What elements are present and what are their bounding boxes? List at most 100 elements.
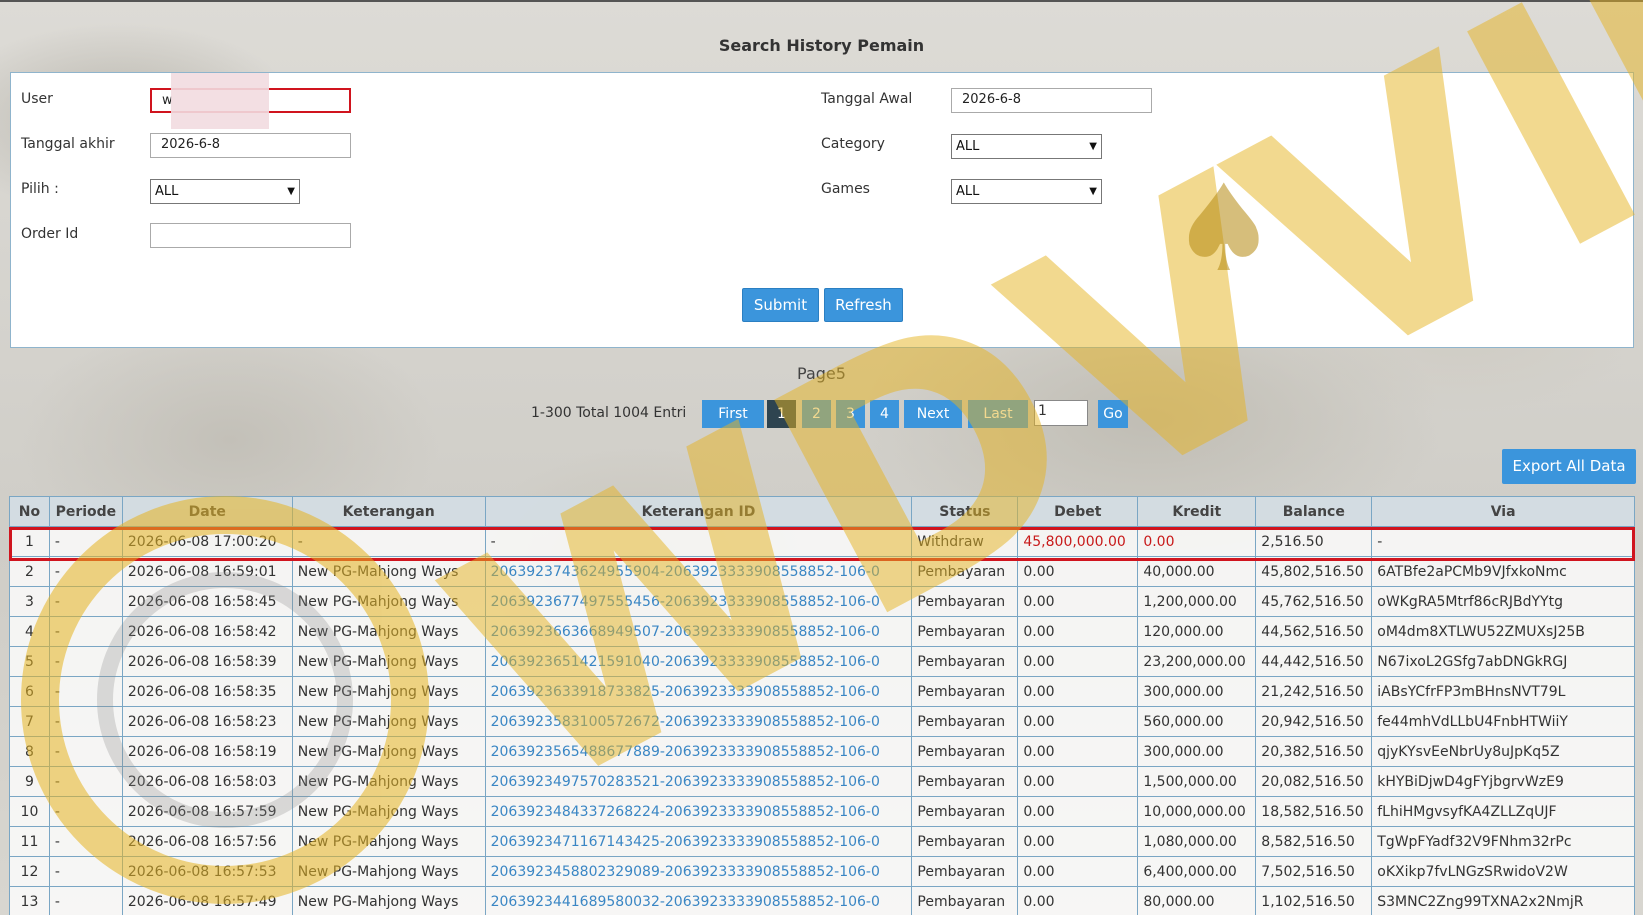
cell-kredit: 23,200,000.00 xyxy=(1137,646,1257,677)
table-row[interactable]: 8-2026-06-08 16:58:19 New PG-Mahjong Ways… xyxy=(9,736,1635,767)
cell-kredit: 1,080,000.00 xyxy=(1137,826,1257,857)
cell-debet: 0.00 xyxy=(1017,646,1139,677)
pagination-page-1[interactable]: 1 xyxy=(767,400,796,428)
cell-debet: 0.00 xyxy=(1017,556,1139,587)
table-row[interactable]: 9-2026-06-08 16:58:03 New PG-Mahjong Ways… xyxy=(9,766,1635,797)
cell-debet: 0.00 xyxy=(1017,886,1139,915)
refresh-button[interactable]: Refresh xyxy=(824,288,903,322)
header-no: No xyxy=(9,496,50,527)
cell-kredit: 560,000.00 xyxy=(1137,706,1257,737)
cell-date: 2026-06-08 16:58:23 xyxy=(121,706,293,737)
export-all-data-button[interactable]: Export All Data xyxy=(1502,449,1636,484)
cell-no: 9 xyxy=(9,766,50,797)
games-select[interactable]: ALL ▼ xyxy=(951,179,1102,204)
table-row[interactable]: 7-2026-06-08 16:58:23 New PG-Mahjong Ways… xyxy=(9,706,1635,737)
cell-keterangan-id[interactable]: 2063923663668949507-2063923333908558852-… xyxy=(484,616,913,647)
cell-balance: 20,382,516.50 xyxy=(1255,736,1373,767)
pagination-last-button[interactable]: Last xyxy=(968,400,1028,428)
cell-keterangan: New PG-Mahjong Ways xyxy=(291,646,486,677)
entries-count: 1-300 Total 1004 Entri xyxy=(531,405,687,421)
cell-balance: 7,502,516.50 xyxy=(1255,856,1373,887)
table-row[interactable]: 12-2026-06-08 16:57:53 New PG-Mahjong Way… xyxy=(9,856,1635,887)
category-select[interactable]: ALL ▼ xyxy=(951,134,1102,159)
cell-no: 1 xyxy=(9,526,50,557)
table-row[interactable]: 1-2026-06-08 17:00:20- - Withdraw 45,800,00… xyxy=(9,526,1635,557)
cell-debet: 0.00 xyxy=(1017,856,1139,887)
header-periode: Periode xyxy=(48,496,123,527)
cell-keterangan-id[interactable]: 2063923484337268224-2063923333908558852-… xyxy=(484,796,913,827)
cell-debet: 0.00 xyxy=(1017,676,1139,707)
cell-debet: 0.00 xyxy=(1017,766,1139,797)
submit-button[interactable]: Submit xyxy=(742,288,819,322)
cell-debet: 45,800,000.00 xyxy=(1017,526,1139,557)
cell-periode: - xyxy=(48,556,123,587)
table-row[interactable]: 5-2026-06-08 16:58:39 New PG-Mahjong Ways… xyxy=(9,646,1635,677)
cell-keterangan-id[interactable]: 2063923677497555456-2063923333908558852-… xyxy=(484,586,913,617)
cell-periode: - xyxy=(48,826,123,857)
cell-keterangan-id[interactable]: 2063923583100572672-2063923333908558852-… xyxy=(484,706,913,737)
cell-periode: - xyxy=(48,676,123,707)
cell-kredit: 1,500,000.00 xyxy=(1137,766,1257,797)
cell-keterangan: New PG-Mahjong Ways xyxy=(291,736,486,767)
table-row[interactable]: 11-2026-06-08 16:57:56 New PG-Mahjong Way… xyxy=(9,826,1635,857)
pagination-goto-input[interactable]: 1 xyxy=(1034,400,1088,426)
cell-balance: 20,942,516.50 xyxy=(1255,706,1373,737)
cell-keterangan: New PG-Mahjong Ways xyxy=(291,706,486,737)
pagination-go-button[interactable]: Go xyxy=(1098,400,1128,428)
cell-via: N67ixoL2GSfg7abDNGkRGJ xyxy=(1371,646,1635,677)
cell-no: 13 xyxy=(9,886,50,915)
pagination-first-button[interactable]: First xyxy=(702,400,764,428)
games-label: Games xyxy=(821,181,870,197)
cell-date: 2026-06-08 16:58:03 xyxy=(121,766,293,797)
cell-balance: 18,582,516.50 xyxy=(1255,796,1373,827)
table-row[interactable]: 4-2026-06-08 16:58:42 New PG-Mahjong Ways… xyxy=(9,616,1635,647)
cell-balance: 44,442,516.50 xyxy=(1255,646,1373,677)
pagination-page-3[interactable]: 3 xyxy=(836,400,865,428)
cell-no: 4 xyxy=(9,616,50,647)
cell-periode: - xyxy=(48,886,123,915)
cell-keterangan: New PG-Mahjong Ways xyxy=(291,676,486,707)
cell-kredit: 80,000.00 xyxy=(1137,886,1257,915)
cell-via: S3MNC2Zng99TXNA2x2NmjR xyxy=(1371,886,1635,915)
cell-via: fe44mhVdLLbU4FnbHTWiiY xyxy=(1371,706,1635,737)
tanggal-awal-input[interactable]: 2026-6-8 xyxy=(951,88,1152,113)
cell-keterangan-id[interactable]: 2063923441689580032-2063923333908558852-… xyxy=(484,886,913,915)
cell-keterangan-id[interactable]: 2063923743624955904-2063923333908558852-… xyxy=(484,556,913,587)
pilih-select[interactable]: ALL ▼ xyxy=(150,179,300,204)
table-row[interactable]: 3-2026-06-08 16:58:45 New PG-Mahjong Ways… xyxy=(9,586,1635,617)
cell-keterangan-id[interactable]: 2063923633918733825-2063923333908558852-… xyxy=(484,676,913,707)
cell-keterangan-id[interactable]: 2063923565488677889-2063923333908558852-… xyxy=(484,736,913,767)
pagination-page-2[interactable]: 2 xyxy=(802,400,831,428)
cell-no: 12 xyxy=(9,856,50,887)
cell-keterangan: New PG-Mahjong Ways xyxy=(291,586,486,617)
table-row[interactable]: 10-2026-06-08 16:57:59 New PG-Mahjong Way… xyxy=(9,796,1635,827)
cell-no: 3 xyxy=(9,586,50,617)
pilih-label: Pilih : xyxy=(21,181,59,197)
tanggal-akhir-value: 2026-6-8 xyxy=(161,137,221,152)
table-row[interactable]: 13-2026-06-08 16:57:49 New PG-Mahjong Way… xyxy=(9,886,1635,915)
cell-balance: 21,242,516.50 xyxy=(1255,676,1373,707)
cell-status: Withdraw xyxy=(911,526,1019,557)
cell-keterangan-id[interactable]: 2063923458802329089-2063923333908558852-… xyxy=(484,856,913,887)
page-title: Search History Pemain xyxy=(718,36,925,55)
cell-balance: 8,582,516.50 xyxy=(1255,826,1373,857)
pagination-next-button[interactable]: Next xyxy=(904,400,962,428)
cell-keterangan-id[interactable]: 2063923497570283521-2063923333908558852-… xyxy=(484,766,913,797)
category-label: Category xyxy=(821,136,885,152)
cell-keterangan-id[interactable]: 2063923651421591040-2063923333908558852-… xyxy=(484,646,913,677)
cell-status: Pembayaran xyxy=(911,766,1019,797)
cell-keterangan: New PG-Mahjong Ways xyxy=(291,886,486,915)
cell-keterangan-id[interactable]: 2063923471167143425-2063923333908558852-… xyxy=(484,826,913,857)
cell-kredit: 40,000.00 xyxy=(1137,556,1257,587)
cell-periode: - xyxy=(48,646,123,677)
order-id-input[interactable] xyxy=(150,223,351,248)
pagination-page-4[interactable]: 4 xyxy=(870,400,899,428)
cell-keterangan: New PG-Mahjong Ways xyxy=(291,616,486,647)
cell-date: 2026-06-08 16:58:39 xyxy=(121,646,293,677)
table-row[interactable]: 2-2026-06-08 16:59:01 New PG-Mahjong Ways… xyxy=(9,556,1635,587)
cell-debet: 0.00 xyxy=(1017,706,1139,737)
cell-via: TgWpFYadf32V9FNhm32rPc xyxy=(1371,826,1635,857)
tanggal-awal-value: 2026-6-8 xyxy=(962,92,1022,107)
table-row[interactable]: 6-2026-06-08 16:58:35 New PG-Mahjong Ways… xyxy=(9,676,1635,707)
tanggal-akhir-input[interactable]: 2026-6-8 xyxy=(150,133,351,158)
